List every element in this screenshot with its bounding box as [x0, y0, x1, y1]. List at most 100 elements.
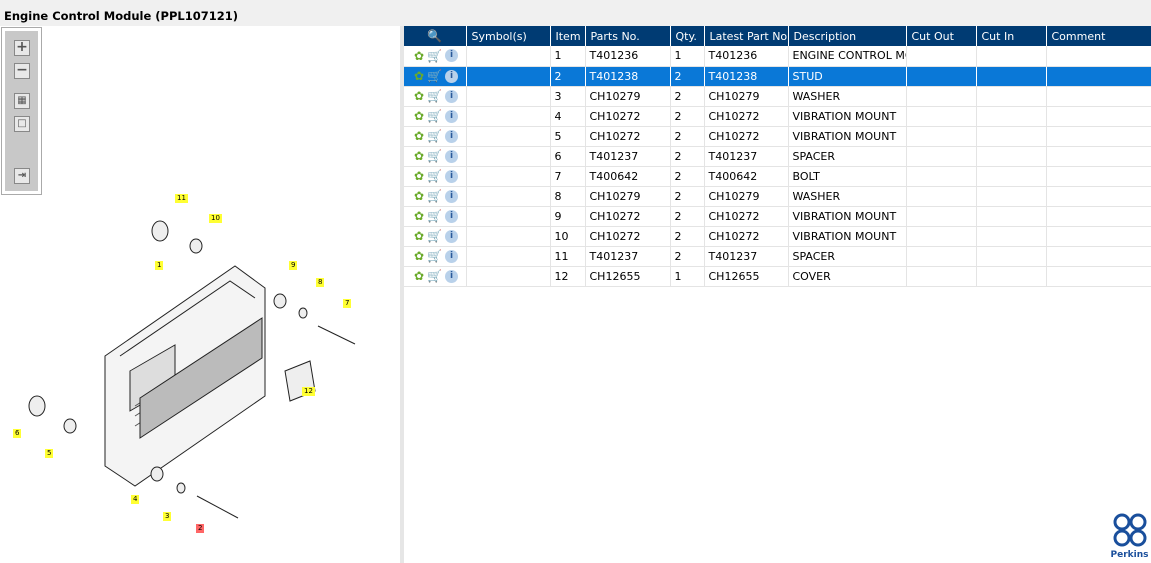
callout-2[interactable]: 2: [196, 524, 205, 533]
callout-4[interactable]: 4: [131, 495, 140, 504]
cut-in-cell: [976, 66, 1047, 87]
cut-out-cell: [906, 106, 977, 127]
table-row[interactable]: ✿ 🛒 i 2 T401238 2 T401238 STUD: [404, 66, 1151, 87]
cart-icon[interactable]: 🛒: [427, 269, 442, 283]
description-cell: SPACER: [788, 146, 907, 167]
info-icon[interactable]: i: [445, 269, 459, 283]
callout-10[interactable]: 10: [209, 214, 222, 223]
gear-icon[interactable]: ✿: [414, 149, 424, 163]
column-header[interactable]: Cut In: [976, 26, 1047, 46]
callout-12[interactable]: 12: [302, 387, 315, 396]
latest-part-cell: T401236: [704, 46, 789, 67]
description-cell: SPACER: [788, 246, 907, 267]
callout-6[interactable]: 6: [13, 429, 22, 438]
table-row[interactable]: ✿ 🛒 i 10 CH10272 2 CH10272 VIBRATION MOUNT: [404, 226, 1151, 247]
comment-cell: [1046, 206, 1151, 227]
description-cell: VIBRATION MOUNT: [788, 226, 907, 247]
symbol-cell: [466, 266, 551, 287]
cut-out-cell: [906, 46, 977, 67]
comment-cell: [1046, 146, 1151, 167]
table-row[interactable]: ✿ 🛒 i 6 T401237 2 T401237 SPACER: [404, 146, 1151, 167]
cart-icon[interactable]: 🛒: [427, 249, 442, 263]
column-header[interactable]: Parts No.: [585, 26, 671, 46]
column-header[interactable]: Description: [788, 26, 907, 46]
gear-icon[interactable]: ✿: [414, 249, 424, 263]
table-row[interactable]: ✿ 🛒 i 4 CH10272 2 CH10272 VIBRATION MOUNT: [404, 106, 1151, 127]
column-header[interactable]: Cut Out: [906, 26, 977, 46]
callout-8[interactable]: 8: [316, 278, 325, 287]
item-cell: 3: [550, 86, 586, 107]
info-icon[interactable]: i: [445, 209, 459, 223]
page-title: Engine Control Module (PPL107121): [0, 7, 1151, 26]
gear-icon[interactable]: ✿: [414, 169, 424, 183]
table-row[interactable]: ✿ 🛒 i 3 CH10279 2 CH10279 WASHER: [404, 86, 1151, 107]
table-row[interactable]: ✿ 🛒 i 11 T401237 2 T401237 SPACER: [404, 246, 1151, 267]
qty-cell: 1: [670, 266, 705, 287]
cart-icon[interactable]: 🛒: [427, 109, 442, 123]
column-header[interactable]: Qty.: [670, 26, 705, 46]
cart-icon[interactable]: 🛒: [427, 129, 442, 143]
table-row[interactable]: ✿ 🛒 i 5 CH10272 2 CH10272 VIBRATION MOUNT: [404, 126, 1151, 147]
table-row[interactable]: ✿ 🛒 i 8 CH10279 2 CH10279 WASHER: [404, 186, 1151, 207]
gear-icon[interactable]: ✿: [414, 49, 424, 63]
gear-icon[interactable]: ✿: [414, 69, 424, 83]
search-column-header[interactable]: 🔍: [404, 26, 467, 46]
table-row[interactable]: ✿ 🛒 i 12 CH12655 1 CH12655 COVER: [404, 266, 1151, 287]
table-row[interactable]: ✿ 🛒 i 7 T400642 2 T400642 BOLT: [404, 166, 1151, 187]
row-actions: ✿ 🛒 i: [404, 166, 467, 187]
table-row[interactable]: ✿ 🛒 i 1 T401236 1 T401236 ENGINE CONTROL M…: [404, 46, 1151, 67]
comment-cell: [1046, 186, 1151, 207]
info-icon[interactable]: i: [445, 169, 459, 183]
callout-5[interactable]: 5: [45, 449, 54, 458]
latest-part-cell: CH10272: [704, 106, 789, 127]
latest-part-cell: T401238: [704, 66, 789, 87]
cut-out-cell: [906, 266, 977, 287]
symbol-cell: [466, 186, 551, 207]
part-number-cell: T401236: [585, 46, 671, 67]
cart-icon[interactable]: 🛒: [427, 169, 442, 183]
info-icon[interactable]: i: [445, 229, 459, 243]
exploded-diagram: [28, 220, 356, 519]
column-header[interactable]: Item: [550, 26, 586, 46]
info-icon[interactable]: i: [445, 69, 459, 83]
column-header[interactable]: Symbol(s): [466, 26, 551, 46]
info-icon[interactable]: i: [445, 89, 459, 103]
gear-icon[interactable]: ✿: [414, 189, 424, 203]
cut-in-cell: [976, 186, 1047, 207]
info-icon[interactable]: i: [445, 49, 459, 63]
cart-icon[interactable]: 🛒: [427, 149, 442, 163]
part-number-cell: CH10272: [585, 226, 671, 247]
cart-icon[interactable]: 🛒: [427, 49, 442, 63]
info-icon[interactable]: i: [445, 249, 459, 263]
gear-icon[interactable]: ✿: [414, 89, 424, 103]
diagram-panel[interactable]: + − ▦ □ ⇥ 11 10 1 9 8 7 12 6 5 4 3 2: [0, 26, 400, 563]
callout-3[interactable]: 3: [163, 512, 172, 521]
gear-icon[interactable]: ✿: [414, 109, 424, 123]
cart-icon[interactable]: 🛒: [427, 209, 442, 223]
gear-icon[interactable]: ✿: [414, 229, 424, 243]
qty-cell: 2: [670, 106, 705, 127]
row-actions: ✿ 🛒 i: [404, 66, 467, 87]
gear-icon[interactable]: ✿: [414, 209, 424, 223]
gear-icon[interactable]: ✿: [414, 269, 424, 283]
info-icon[interactable]: i: [445, 109, 459, 123]
info-icon[interactable]: i: [445, 129, 459, 143]
row-actions: ✿ 🛒 i: [404, 146, 467, 167]
callout-11[interactable]: 11: [175, 194, 188, 203]
callout-9[interactable]: 9: [289, 261, 298, 270]
info-icon[interactable]: i: [445, 149, 459, 163]
cart-icon[interactable]: 🛒: [427, 69, 442, 83]
table-row[interactable]: ✿ 🛒 i 9 CH10272 2 CH10272 VIBRATION MOUNT: [404, 206, 1151, 227]
callout-7[interactable]: 7: [343, 299, 352, 308]
cart-icon[interactable]: 🛒: [427, 89, 442, 103]
symbol-cell: [466, 126, 551, 147]
callout-1[interactable]: 1: [155, 261, 164, 270]
part-number-cell: CH10279: [585, 86, 671, 107]
item-cell: 11: [550, 246, 586, 267]
info-icon[interactable]: i: [445, 189, 459, 203]
cart-icon[interactable]: 🛒: [427, 189, 442, 203]
column-header[interactable]: Comment: [1046, 26, 1151, 46]
cart-icon[interactable]: 🛒: [427, 229, 442, 243]
gear-icon[interactable]: ✿: [414, 129, 424, 143]
column-header[interactable]: Latest Part No.: [704, 26, 789, 46]
